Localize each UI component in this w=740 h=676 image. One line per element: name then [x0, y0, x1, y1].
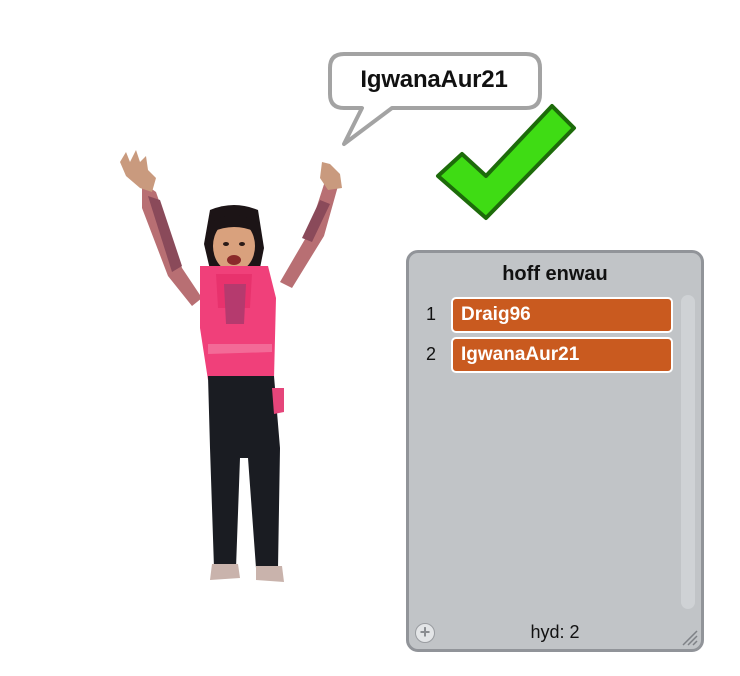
girl-sprite[interactable] [112, 148, 352, 594]
list-item-index: 1 [425, 304, 436, 324]
list-length-label: hyd: 2 [530, 622, 580, 642]
list-item-index: 2 [425, 344, 436, 364]
list-scrollbar[interactable] [681, 295, 695, 609]
list-monitor[interactable]: hoff enwau 1 Draig96 2 IgwanaAur21 + hyd… [406, 250, 704, 652]
stage: IgwanaAur21 hoff enwau 1 Draig96 2 Igwan… [0, 0, 740, 676]
list-title: hoff enwau [502, 263, 608, 285]
resize-handle-icon[interactable] [679, 627, 699, 647]
list-item-value[interactable]: IgwanaAur21 [451, 337, 673, 373]
check-mark-icon [436, 104, 576, 220]
list-item-value[interactable]: Draig96 [451, 297, 673, 333]
speech-bubble-text: IgwanaAur21 [360, 66, 508, 93]
